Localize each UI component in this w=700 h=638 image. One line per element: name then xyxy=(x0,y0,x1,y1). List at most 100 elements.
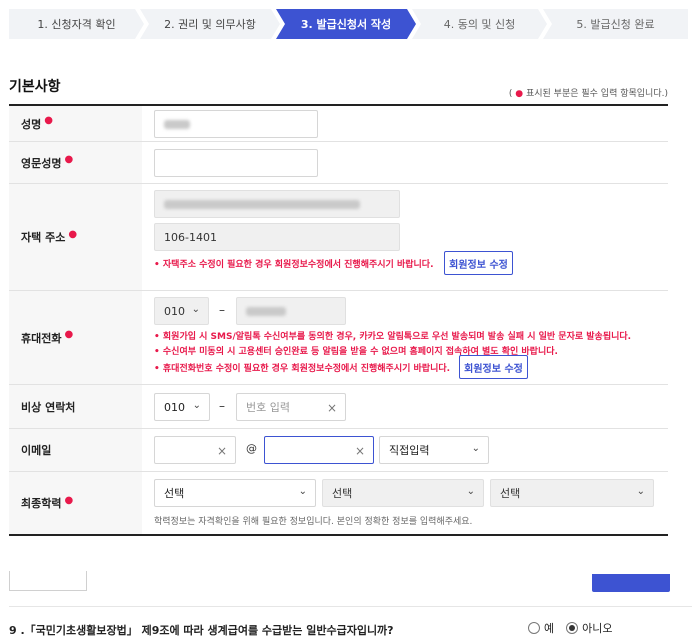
step-5-label: 5. 발급신청 완료 xyxy=(576,18,655,31)
email-domain-select[interactable]: 직접입력 ⌄ xyxy=(379,436,489,464)
education-label: 최종학력 ● xyxy=(9,472,142,534)
chevron-down-icon: ⌄ xyxy=(191,304,200,315)
row-email: 이메일 × @ × 직접입력 ⌄ xyxy=(9,429,668,472)
english-name-value-cell xyxy=(142,142,668,183)
divider xyxy=(9,606,692,607)
address-label-text: 자택 주소 xyxy=(21,231,66,244)
required-dot-icon: ● xyxy=(68,228,78,240)
dash: – xyxy=(219,303,225,317)
chevron-down-icon: ⌄ xyxy=(298,486,307,497)
required-note-text: 표시된 부분은 필수 입력 항목입니다.) xyxy=(523,89,668,99)
edit-member-info-button[interactable]: 회원정보 수정 xyxy=(444,251,513,275)
clear-icon[interactable]: × xyxy=(217,444,227,458)
radio-yes-label: 예 xyxy=(544,622,555,635)
emergency-prefix-select[interactable]: 010 ⌄ xyxy=(154,393,210,421)
email-at-sign: @ xyxy=(246,442,257,455)
mobile-prefix-select: 010 ⌄ xyxy=(154,297,209,325)
question-9-radio-group: 예 아니오 xyxy=(528,620,613,636)
chevron-down-icon: ⌄ xyxy=(471,443,480,454)
section-title: 기본사항 xyxy=(9,79,61,95)
clear-icon[interactable]: × xyxy=(355,444,365,458)
step-3-current: 3. 발급신청서 작성 xyxy=(276,9,416,39)
address-value-cell: 106-1401 • 자택주소 수정이 필요한 경우 회원정보수정에서 진행해주… xyxy=(142,184,668,290)
step-2-label: 2. 권리 및 의무사항 xyxy=(164,18,256,31)
english-name-label-text: 영문성명 xyxy=(21,156,62,170)
education-select-1-value: 선택 xyxy=(164,487,185,500)
mobile-label-text: 휴대전화 xyxy=(21,331,62,345)
english-name-input[interactable] xyxy=(154,149,318,177)
address-label: 자택 주소 ● xyxy=(9,184,142,290)
required-dot-icon: ● xyxy=(64,329,74,340)
education-select-2-value: 선택 xyxy=(332,487,353,500)
clear-icon[interactable]: × xyxy=(327,401,337,415)
name-redacted xyxy=(164,119,190,129)
next-button[interactable] xyxy=(592,574,670,592)
basic-info-form: 성명 ● 영문성명 ● 자택 주소 ● 106-1401 • 자택주소 수정이 필요한… xyxy=(9,104,668,536)
row-education: 최종학력 ● 선택 ⌄ 선택 ⌄ 선택 ⌄ 학력정보는 자격확인을 위해 필요한 … xyxy=(9,472,668,536)
address-detail-value: 106-1401 xyxy=(164,230,217,244)
step-3-label: 3. 발급신청서 작성 xyxy=(300,18,392,31)
row-english-name: 영문성명 ● xyxy=(9,142,668,184)
required-dot-icon: ● xyxy=(64,494,74,506)
email-label: 이메일 xyxy=(9,429,142,471)
step-2: 2. 권리 및 의무사항 xyxy=(140,9,280,39)
chevron-down-icon: ⌄ xyxy=(466,486,475,497)
emergency-label-text: 비상 연락처 xyxy=(21,400,76,414)
address-input xyxy=(154,190,400,218)
email-label-text: 이메일 xyxy=(21,444,52,457)
row-emergency: 비상 연락처 010 ⌄ – 번호 입력 × xyxy=(9,385,668,429)
emergency-placeholder: 번호 입력 xyxy=(246,401,290,414)
education-select-3: 선택 ⌄ xyxy=(490,479,654,507)
progress-stepper: 1. 신청자격 확인 2. 권리 및 의무사항 3. 발급신청서 작성 4. 동… xyxy=(9,9,692,39)
emergency-value-cell: 010 ⌄ – 번호 입력 × xyxy=(142,385,668,428)
education-value-cell: 선택 ⌄ 선택 ⌄ 선택 ⌄ 학력정보는 자격확인을 위해 필요한 정보입니다.… xyxy=(142,472,668,534)
english-name-label: 영문성명 ● xyxy=(9,142,142,183)
name-label: 성명 ● xyxy=(9,106,142,141)
mobile-label: 휴대전화 ● xyxy=(9,291,142,384)
step-1-label: 1. 신청자격 확인 xyxy=(37,18,116,31)
email-domain-select-value: 직접입력 xyxy=(389,444,430,457)
required-note: ( ● 표시된 부분은 필수 입력 항목입니다.) xyxy=(509,86,668,99)
address-note: • 자택주소 수정이 필요한 경우 회원정보수정에서 진행해주시기 바랍니다. xyxy=(154,260,434,270)
mobile-prefix-value: 010 xyxy=(164,304,185,318)
required-dot-icon: ● xyxy=(515,89,524,99)
address-detail-input: 106-1401 xyxy=(154,223,400,251)
education-select-2: 선택 ⌄ xyxy=(322,479,484,507)
emergency-label: 비상 연락처 xyxy=(9,385,142,428)
step-4: 4. 동의 및 신청 xyxy=(412,9,547,39)
radio-yes[interactable] xyxy=(528,622,540,634)
row-mobile: 휴대전화 ● 010 ⌄ – • 회원가입 시 SMS/알림톡 수신여부를 동의한… xyxy=(9,291,668,385)
row-address: 자택 주소 ● 106-1401 • 자택주소 수정이 필요한 경우 회원정보수정… xyxy=(9,184,668,291)
required-dot-icon: ● xyxy=(64,154,74,165)
name-value-cell xyxy=(142,106,668,141)
radio-no[interactable] xyxy=(566,622,579,634)
email-id-input[interactable]: × xyxy=(154,436,236,464)
emergency-prefix-value: 010 xyxy=(164,400,185,414)
mobile-value-cell: 010 ⌄ – • 회원가입 시 SMS/알림톡 수신여부를 동의한 경우, 카… xyxy=(142,291,668,384)
previous-button[interactable] xyxy=(9,571,87,591)
step-5: 5. 발급신청 완료 xyxy=(543,9,688,39)
mobile-number-input xyxy=(236,297,346,325)
mobile-note-edit: • 휴대전화번호 수정이 필요한 경우 회원정보수정에서 진행해주시기 바랍니다… xyxy=(154,364,451,374)
edit-member-info-button-2[interactable]: 회원정보 수정 xyxy=(459,355,528,379)
emergency-number-input[interactable]: 번호 입력 × xyxy=(236,393,346,421)
mobile-redacted xyxy=(246,306,286,316)
email-value-cell: × @ × 직접입력 ⌄ xyxy=(142,429,668,471)
email-domain-input[interactable]: × xyxy=(264,436,374,464)
dash: – xyxy=(219,399,225,413)
address-redacted xyxy=(164,199,360,209)
radio-no-label: 아니오 xyxy=(582,622,613,635)
mobile-note-sms: • 회원가입 시 SMS/알림톡 수신여부를 동의한 경우, 카카오 알림톡으로… xyxy=(154,332,632,342)
row-name: 성명 ● xyxy=(9,106,668,142)
name-input[interactable] xyxy=(154,110,318,138)
education-select-1[interactable]: 선택 ⌄ xyxy=(154,479,316,507)
step-1: 1. 신청자격 확인 xyxy=(9,9,144,39)
question-9-text: 9 .「국민기초생활보장법」 제9조에 따라 생계급여를 수급받는 일반수급자입… xyxy=(9,624,394,637)
step-4-label: 4. 동의 및 신청 xyxy=(443,18,516,31)
chevron-down-icon: ⌄ xyxy=(636,486,645,497)
chevron-down-icon: ⌄ xyxy=(192,400,201,411)
required-dot-icon: ● xyxy=(44,115,53,126)
education-select-3-value: 선택 xyxy=(500,487,521,500)
name-label-text: 성명 xyxy=(21,117,42,131)
education-label-text: 최종학력 xyxy=(21,497,62,510)
